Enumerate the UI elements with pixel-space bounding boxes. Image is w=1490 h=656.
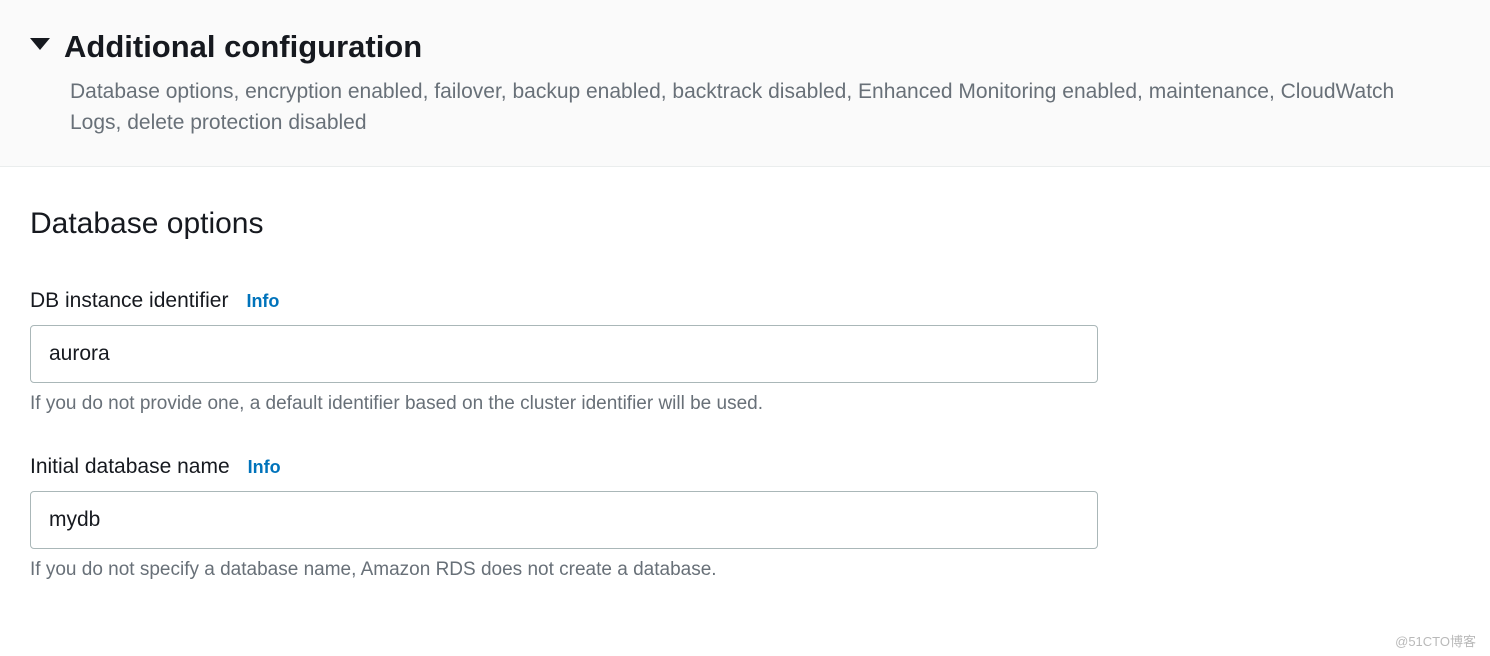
watermark: @51CTO博客	[1395, 631, 1476, 650]
database-options-heading: Database options	[30, 207, 1460, 241]
header-title-row[interactable]: Additional configuration	[30, 28, 1460, 65]
field-label-row: DB instance identifier Info	[30, 289, 1460, 313]
initial-database-name-hint: If you do not specify a database name, A…	[30, 559, 1460, 581]
info-link[interactable]: Info	[248, 457, 281, 478]
initial-database-name-label: Initial database name	[30, 455, 230, 479]
db-instance-identifier-group: DB instance identifier Info If you do no…	[30, 289, 1460, 415]
field-label-row: Initial database name Info	[30, 455, 1460, 479]
db-instance-identifier-label: DB instance identifier	[30, 289, 228, 313]
info-link[interactable]: Info	[246, 291, 279, 312]
section-title: Additional configuration	[64, 28, 422, 65]
additional-configuration-header: Additional configuration Database option…	[0, 0, 1490, 167]
db-instance-identifier-input[interactable]	[30, 325, 1098, 383]
initial-database-name-input[interactable]	[30, 491, 1098, 549]
database-options-section: Database options DB instance identifier …	[0, 167, 1490, 651]
caret-down-icon[interactable]	[30, 38, 50, 50]
section-summary: Database options, encryption enabled, fa…	[70, 77, 1450, 138]
initial-database-name-group: Initial database name Info If you do not…	[30, 455, 1460, 581]
db-instance-identifier-hint: If you do not provide one, a default ide…	[30, 393, 1460, 415]
